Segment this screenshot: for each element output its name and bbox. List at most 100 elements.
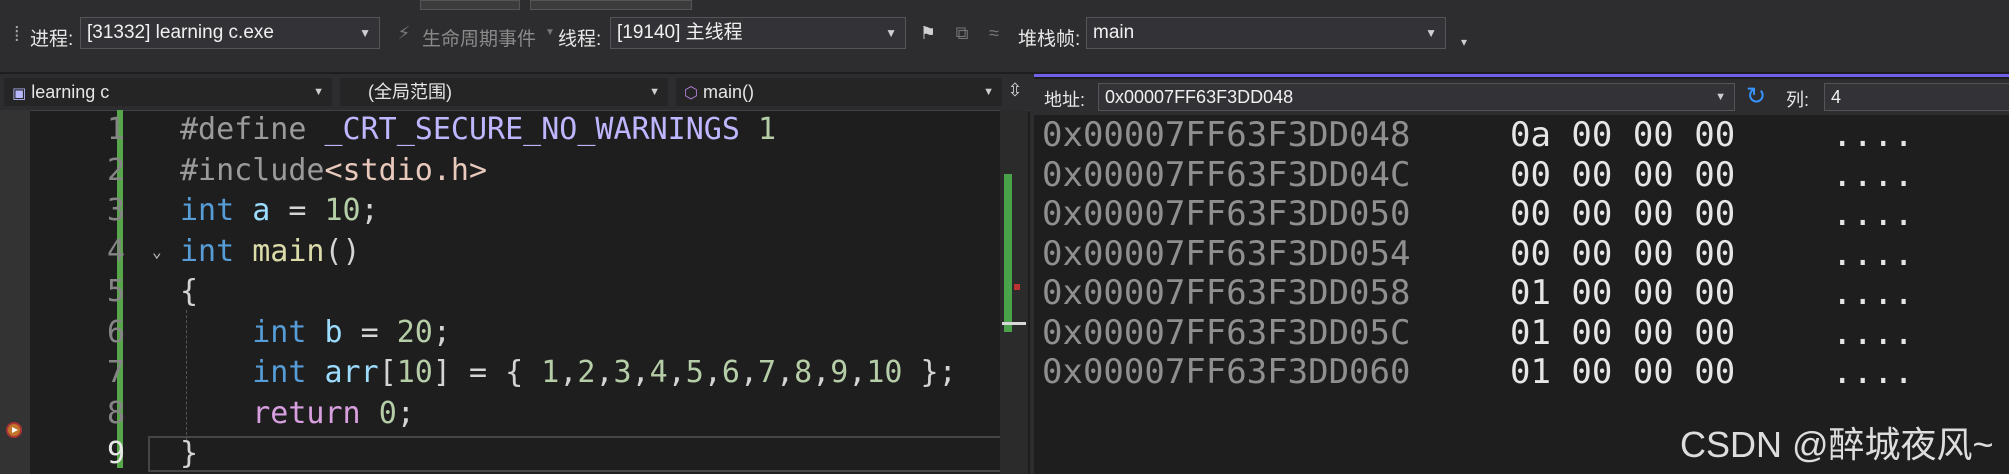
code-token: arr <box>324 355 379 390</box>
scrollbar-change-map <box>1004 174 1012 332</box>
code-token: , <box>812 355 831 390</box>
memory-row[interactable]: 0x00007FF63F3DD060 01 00 00 00.... <box>1042 352 2002 392</box>
memory-ascii[interactable]: .... <box>1832 313 1914 353</box>
memory-ascii[interactable]: .... <box>1832 115 1914 155</box>
code-token: { <box>180 274 199 309</box>
indicator-margin[interactable] <box>0 110 30 474</box>
memory-row[interactable]: 0x00007FF63F3DD054 00 00 00 00.... <box>1042 234 2002 274</box>
memory-address: 0x00007FF63F3DD048 <box>1042 115 1411 155</box>
toolbar-grip-icon[interactable]: ⁞ <box>14 24 20 47</box>
thread-combo[interactable]: [19140] 主线程 ▼ <box>610 17 906 49</box>
memory-row[interactable]: 0x00007FF63F3DD05C 01 00 00 00.... <box>1042 313 2002 353</box>
memory-bytes[interactable]: 00 00 00 00 <box>1510 194 1735 234</box>
scrollbar-caret-position <box>1002 322 1026 325</box>
process-label: 进程: <box>30 29 74 50</box>
toolbar-overflow-icon[interactable]: ▾ <box>1452 30 1476 54</box>
columns-input[interactable]: 4 <box>1824 83 2009 111</box>
code-token: ; <box>396 395 415 431</box>
memory-ascii[interactable]: .... <box>1832 234 1914 274</box>
code-line[interactable]: 1 #define _CRT_SECURE_NO_WARNINGS 1 <box>30 110 1030 150</box>
scrollbar-breakpoint-mark <box>1014 284 1020 290</box>
function-combo[interactable]: ⬡ main() ▼ <box>676 78 1002 106</box>
code-token: int <box>252 314 307 350</box>
toolbar-combo-stub[interactable] <box>530 0 692 10</box>
split-window-icon[interactable]: ⇳ <box>1006 80 1024 104</box>
memory-address: 0x00007FF63F3DD058 <box>1042 273 1411 313</box>
function-name: main() <box>702 82 754 102</box>
vertical-scrollbar[interactable] <box>1000 110 1028 474</box>
top-toolbar-strip <box>0 0 2009 10</box>
code-token: , <box>559 355 578 390</box>
code-token: 10 <box>396 355 433 390</box>
memory-bytes[interactable]: 01 00 00 00 <box>1510 273 1735 313</box>
chevron-down-icon: ▼ <box>649 86 660 98</box>
memory-address: 0x00007FF63F3DD04C <box>1042 154 1411 195</box>
code-token: 20 <box>396 314 433 350</box>
code-line[interactable]: 4 int main() ⌄ <box>30 232 1030 272</box>
code-line[interactable]: 6 int b = 20; <box>30 313 1030 353</box>
memory-bytes[interactable]: 0a 00 00 00 <box>1510 115 1735 155</box>
show-flagged-threads-icon[interactable]: ⧉ <box>950 21 974 45</box>
code-text: { <box>180 272 198 312</box>
code-line[interactable]: 7 int arr[10] = { 1,2,3,4,5,6,7,8,9,10 }… <box>30 353 1030 393</box>
address-label: 地址: <box>1044 90 1086 110</box>
toolbar-combo-stub[interactable] <box>420 0 520 10</box>
flag-thread-icon[interactable]: ⚑ <box>916 21 940 45</box>
code-text: } <box>180 434 198 474</box>
scope-combo[interactable]: (全局范围) ▼ <box>340 78 668 106</box>
code-token: 7 <box>758 355 777 390</box>
lifecycle-icon[interactable]: ⚡ <box>392 21 416 45</box>
code-token: int <box>180 233 235 269</box>
code-line[interactable]: 3 int a = 10; <box>30 191 1030 231</box>
code-text: #define _CRT_SECURE_NO_WARNINGS 1 <box>180 110 776 150</box>
code-area[interactable]: 1 #define _CRT_SECURE_NO_WARNINGS 1 2 #incl… <box>30 110 1030 474</box>
line-number: 5 <box>106 274 125 309</box>
memory-bytes[interactable]: 00 00 00 00 <box>1510 234 1735 274</box>
lifecycle-events-label[interactable]: 生命周期事件 <box>422 24 536 51</box>
memory-ascii[interactable]: .... <box>1832 155 1914 195</box>
memory-ascii[interactable]: .... <box>1832 273 1914 313</box>
columns-label: 列: <box>1786 90 1810 110</box>
breakpoint-current-statement-icon[interactable] <box>6 422 22 438</box>
memory-ascii[interactable]: .... <box>1832 194 1914 234</box>
project-combo[interactable]: ▣ learning c ▼ <box>4 78 332 106</box>
code-token: b <box>324 314 343 350</box>
chevron-down-icon: ▼ <box>983 86 994 98</box>
memory-row[interactable]: 0x00007FF63F3DD04C 00 00 00 00.... <box>1042 155 2002 195</box>
code-token: , <box>739 355 758 390</box>
reevaluate-refresh-icon[interactable]: ↻ <box>1742 83 1770 111</box>
code-token: int <box>180 193 235 228</box>
address-input[interactable]: 0x00007FF63F3DD048 ▼ <box>1098 83 1735 111</box>
memory-row[interactable]: 0x00007FF63F3DD058 01 00 00 00.... <box>1042 273 2002 313</box>
chevron-down-icon: ▼ <box>1425 26 1437 40</box>
code-line[interactable]: 8 return 0; <box>30 394 1030 434</box>
memory-ascii[interactable]: .... <box>1832 352 1914 392</box>
process-combo[interactable]: [31332] learning c.exe ▼ <box>80 17 380 49</box>
code-token: , <box>667 355 686 390</box>
code-line[interactable]: 5{ <box>30 272 1030 312</box>
fold-toggle-icon[interactable]: ⌄ <box>152 232 162 272</box>
code-token: () <box>324 233 361 269</box>
code-line[interactable]: 2 #include<stdio.h> <box>30 151 1030 191</box>
code-text: int a = 10; <box>180 191 379 231</box>
code-token: [ <box>378 355 397 390</box>
memory-bytes[interactable]: 01 00 00 00 <box>1510 352 1735 392</box>
stackframe-combo[interactable]: main ▼ <box>1086 17 1446 49</box>
stackframe-label: 堆栈帧: <box>1018 29 1081 50</box>
project-name: learning c <box>31 82 110 102</box>
toggle-parallel-icon[interactable]: ≈ <box>982 21 1006 45</box>
code-line[interactable]: 9} <box>30 434 1030 474</box>
code-token: 10 <box>866 355 903 390</box>
memory-row[interactable]: 0x00007FF63F3DD048 0a 00 00 00.... <box>1042 115 2002 155</box>
memory-row[interactable]: 0x00007FF63F3DD050 00 00 00 00.... <box>1042 194 2002 234</box>
memory-window: 地址: 0x00007FF63F3DD048 ▼ ↻ 列: 4 0x00007F… <box>1034 74 2009 474</box>
code-token: , <box>703 355 722 390</box>
memory-bytes[interactable]: 00 00 00 00 <box>1510 155 1735 195</box>
memory-bytes[interactable]: 01 00 00 00 <box>1510 313 1735 353</box>
